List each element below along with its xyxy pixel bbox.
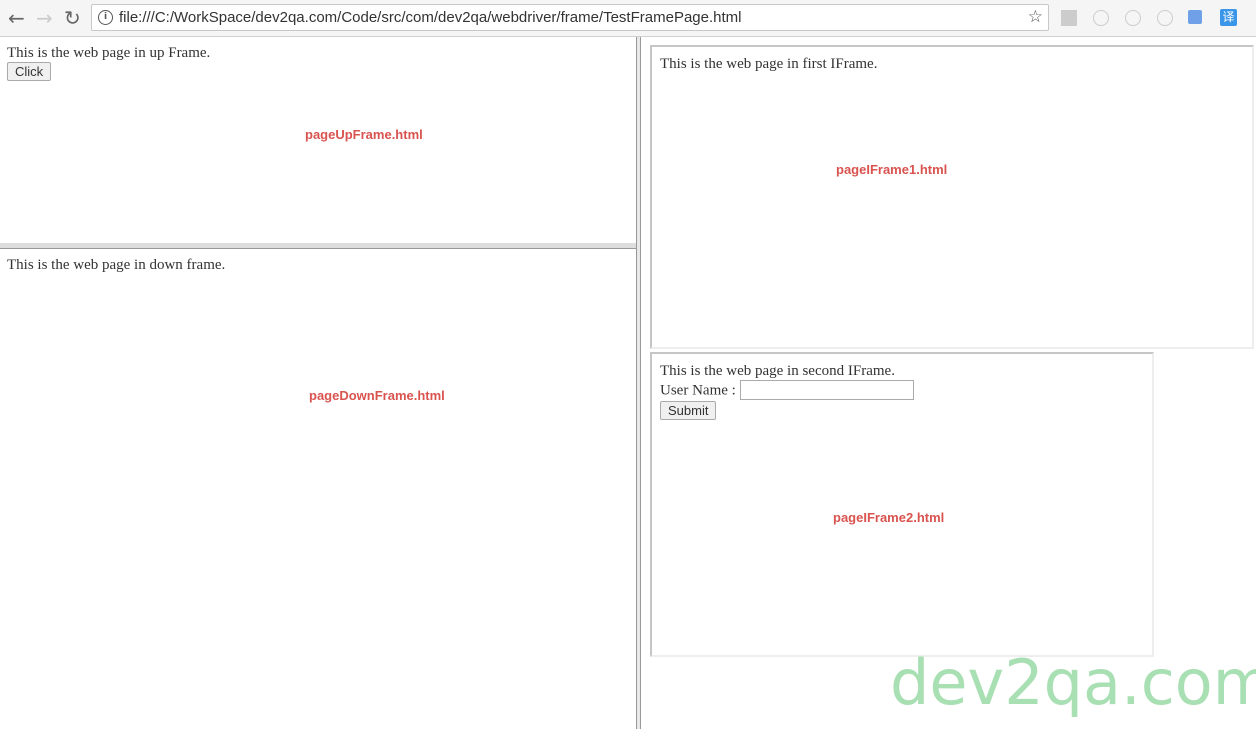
watermark: dev2qa.com <box>890 646 1256 719</box>
up-frame-text: This is the web page in up Frame. <box>7 45 211 61</box>
frame-label: pageIFrame1.html <box>836 162 948 177</box>
forward-icon[interactable]: → <box>36 6 53 30</box>
frame-label: pageDownFrame.html <box>309 388 445 403</box>
address-bar[interactable]: i file:///C:/WorkSpace/dev2qa.com/Code/s… <box>91 4 1049 31</box>
down-frame-text: This is the web page in down frame. <box>7 257 226 273</box>
info-icon[interactable]: i <box>98 10 113 25</box>
url-text[interactable]: file:///C:/WorkSpace/dev2qa.com/Code/src… <box>119 9 741 26</box>
reload-icon[interactable]: ↻ <box>64 6 81 30</box>
user-name-input[interactable] <box>739 380 914 400</box>
iframe1-text: This is the web page in first IFrame. <box>660 56 878 72</box>
browser-toolbar: ← → ↻ i file:///C:/WorkSpace/dev2qa.com/… <box>0 0 1256 37</box>
google-translate-icon[interactable] <box>1188 10 1202 24</box>
click-button[interactable]: Click <box>7 62 52 81</box>
up-frame: This is the web page in up Frame. Click … <box>0 37 636 243</box>
second-iframe: This is the web page in second IFrame. U… <box>650 352 1154 657</box>
extension-icon[interactable] <box>1125 10 1141 26</box>
frame-label: pageUpFrame.html <box>305 127 423 142</box>
extension-icon[interactable] <box>1157 10 1173 26</box>
translate-icon[interactable]: 译 <box>1220 9 1237 26</box>
back-icon[interactable]: ← <box>8 6 25 30</box>
vertical-frame-splitter[interactable] <box>636 37 641 729</box>
extension-icon[interactable] <box>1093 10 1109 26</box>
frame-label: pageIFrame2.html <box>833 510 945 525</box>
first-iframe: This is the web page in first IFrame. pa… <box>650 45 1254 349</box>
user-name-label: User Name : <box>660 382 736 399</box>
pdf-extension-icon[interactable] <box>1061 10 1077 26</box>
star-icon[interactable]: ☆ <box>1028 7 1043 27</box>
submit-button[interactable]: Submit <box>660 401 717 420</box>
down-frame: This is the web page in down frame. page… <box>0 249 636 729</box>
iframe2-text: This is the web page in second IFrame. <box>660 363 895 379</box>
